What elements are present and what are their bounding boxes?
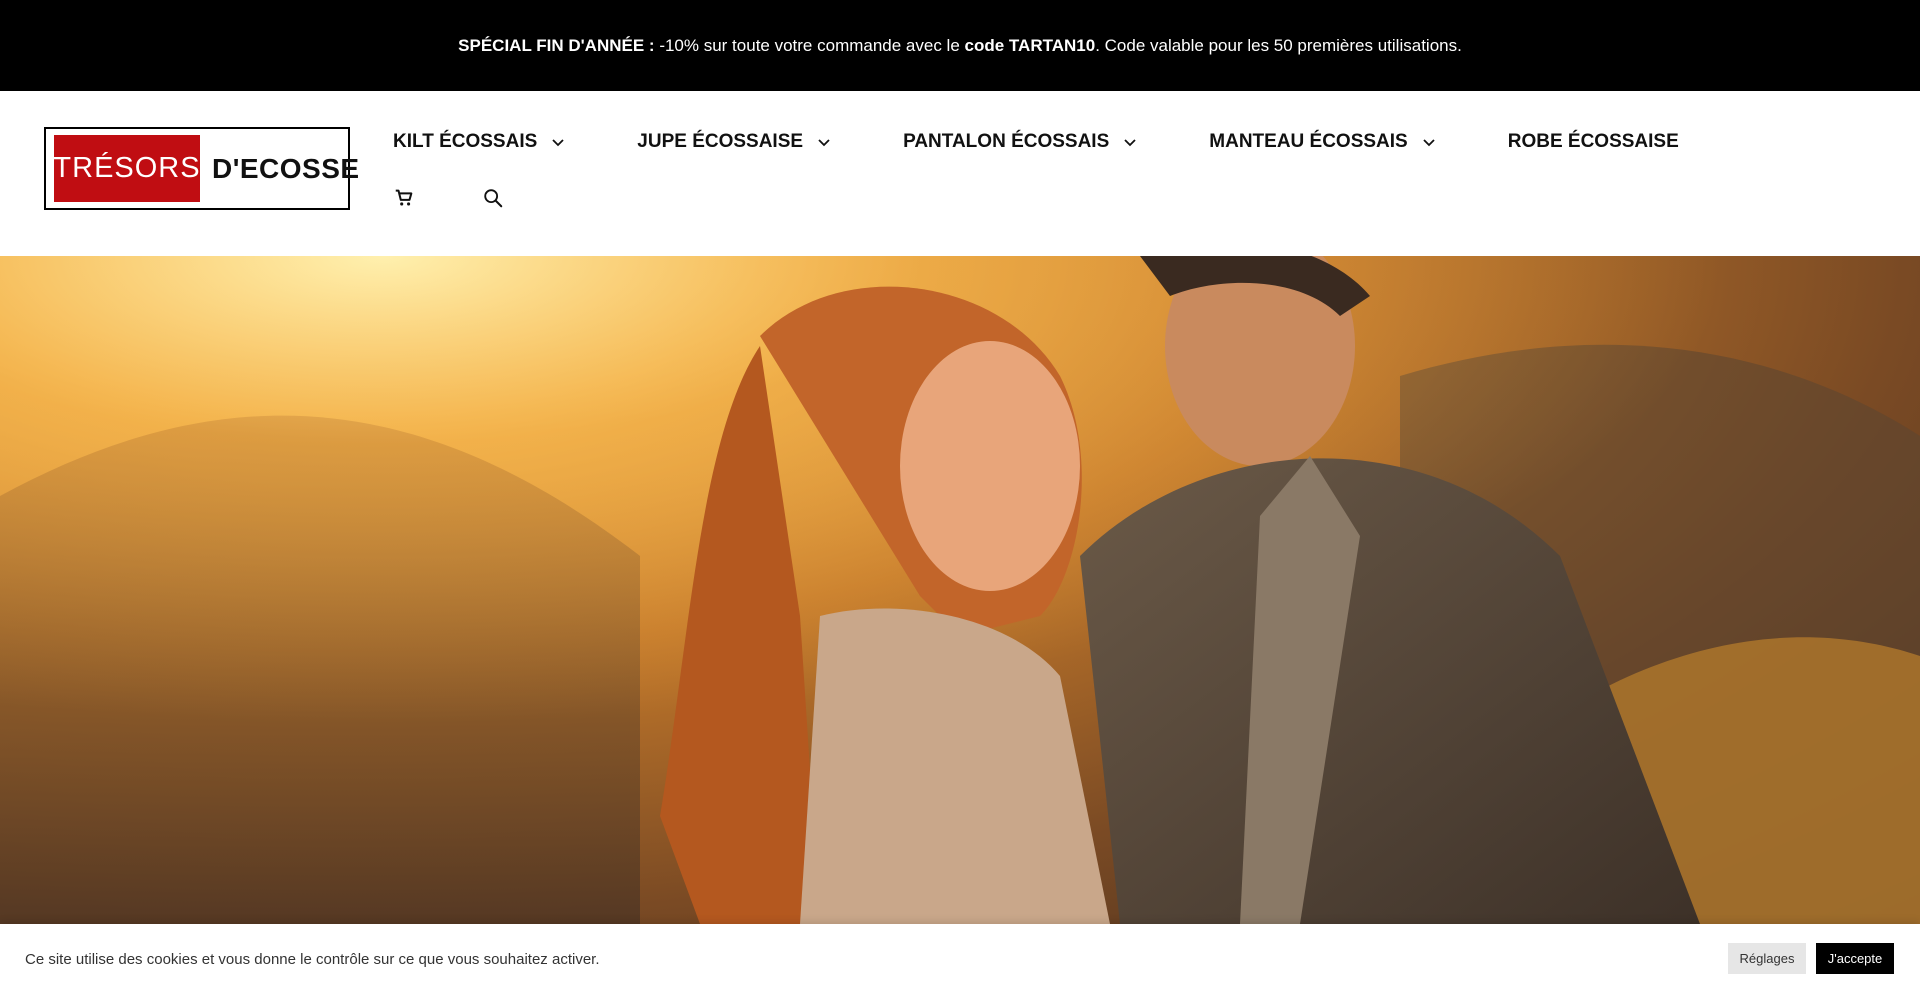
nav-item-label: JUPE ÉCOSSAISE [637, 131, 804, 152]
chevron-down-icon [1423, 139, 1435, 147]
nav-item-jupe[interactable]: JUPE ÉCOSSAISE [637, 131, 831, 153]
promo-banner: SPÉCIAL FIN D'ANNÉE : -10% sur toute vot… [0, 0, 1920, 91]
hero-illustration [0, 256, 1920, 924]
hero-image [0, 256, 1920, 924]
nav-item-manteau[interactable]: MANTEAU ÉCOSSAIS [1209, 131, 1435, 153]
promo-text: -10% sur toute votre commande avec le [659, 35, 965, 55]
search-icon[interactable] [482, 187, 504, 209]
nav-item-robe[interactable]: ROBE ÉCOSSAISE [1508, 131, 1679, 153]
promo-title: SPÉCIAL FIN D'ANNÉE [458, 35, 645, 55]
chevron-down-icon [818, 139, 830, 147]
promo-code: code TARTAN10 [964, 35, 1096, 55]
chevron-down-icon [552, 139, 564, 147]
nav-item-label: MANTEAU ÉCOSSAIS [1209, 131, 1408, 152]
nav-item-label: PANTALON ÉCOSSAIS [903, 131, 1110, 152]
cookie-accept-button[interactable]: J'accepte [1816, 943, 1894, 974]
nav-item-label: ROBE ÉCOSSAISE [1507, 131, 1679, 152]
cookie-message: Ce site utilise des cookies et vous donn… [25, 951, 600, 968]
nav-item-pantalon[interactable]: PANTALON ÉCOSSAIS [903, 131, 1137, 153]
header-tools [393, 187, 571, 209]
logo-text: D'ECOSSE [212, 152, 360, 184]
promo-suffix: . Code valable pour les 50 premières uti… [1095, 35, 1462, 55]
nav-item-label: KILT ÉCOSSAIS [393, 131, 538, 152]
main-nav: KILT ÉCOSSAIS JUPE ÉCOSSAISE PANTALON ÉC… [393, 127, 1679, 157]
site-logo[interactable]: TRÉSORS D'ECOSSE [44, 127, 359, 210]
nav-item-kilt[interactable]: KILT ÉCOSSAIS [393, 131, 565, 153]
logo-red-block: TRÉSORS [53, 135, 200, 202]
promo-colon: : [648, 35, 660, 55]
cart-icon[interactable] [393, 187, 415, 209]
cookie-banner: Ce site utilise des cookies et vous donn… [0, 924, 1920, 993]
cookie-settings-button[interactable]: Réglages [1728, 943, 1806, 974]
chevron-down-icon [1124, 139, 1136, 147]
site-header: TRÉSORS D'ECOSSE KILT ÉCOSSAIS JUPE ÉCOS… [0, 91, 1920, 256]
